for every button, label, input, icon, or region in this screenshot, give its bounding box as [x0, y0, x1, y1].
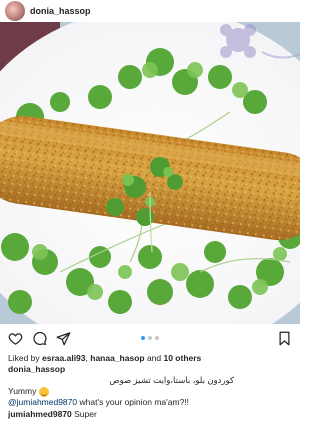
bookmark-icon[interactable] — [277, 331, 292, 346]
liker-username[interactable]: hanaa_hasop — [90, 353, 144, 363]
likes-and: and — [144, 353, 164, 363]
grinning-face-icon — [39, 386, 50, 397]
caption-yummy: Yummy — [8, 386, 50, 397]
caption-arabic-text: كوردون بلو، باستا،وايت تشيز صوص — [109, 375, 234, 385]
comment-icon[interactable] — [32, 331, 47, 346]
post-username[interactable]: donia_hassop — [30, 6, 91, 16]
carousel-dot — [155, 336, 159, 340]
likes-summary[interactable]: Liked by esraa.ali93, hanaa_hasop and 10… — [8, 353, 201, 364]
liker-username[interactable]: esraa.ali93 — [42, 353, 85, 363]
comment-mention[interactable]: @jumiahmed9870 — [8, 397, 77, 407]
avatar[interactable] — [5, 0, 25, 21]
caption-username[interactable]: donia_hassop — [8, 364, 65, 375]
share-icon[interactable] — [56, 331, 71, 346]
post-photo[interactable] — [0, 22, 300, 324]
comment-text: what's your opinion ma'am?!! — [77, 397, 190, 407]
comment: jumiahmed9870 Super — [8, 409, 97, 420]
post-header: donia_hassop — [0, 0, 300, 21]
caption-yummy-text: Yummy — [8, 386, 37, 396]
carousel-dot — [141, 336, 145, 340]
carousel-indicator — [141, 336, 159, 340]
heart-icon[interactable] — [8, 331, 23, 346]
carousel-dot — [148, 336, 152, 340]
likes-prefix: Liked by — [8, 353, 43, 363]
comment-username[interactable]: jumiahmed9870 — [8, 409, 72, 419]
comment-text: Super — [71, 409, 97, 419]
likes-others-count[interactable]: 10 others — [163, 353, 201, 363]
instagram-post: donia_hassop Liked by esraa.ali93, hanaa… — [0, 0, 300, 426]
action-bar — [0, 329, 300, 349]
comment: @jumiahmed9870 what's your opinion ma'am… — [8, 397, 189, 408]
food-photo — [0, 22, 300, 324]
